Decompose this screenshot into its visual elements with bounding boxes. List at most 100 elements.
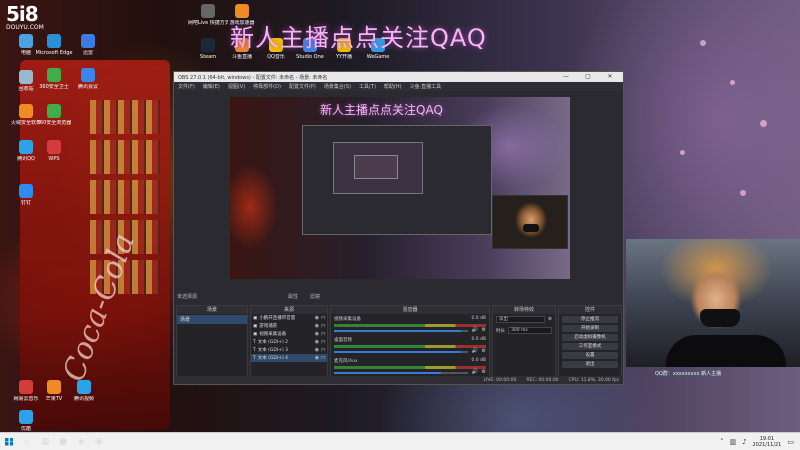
source-item[interactable]: ▣ 视频采集设备 ◉ ⊓: [251, 330, 327, 338]
desktop-icon[interactable]: 优酷: [6, 410, 46, 432]
desktop-icon-image: [19, 70, 33, 84]
chevron-up-icon[interactable]: ˄: [720, 438, 724, 446]
desktop-icon[interactable]: 钉钉: [6, 184, 46, 206]
text-source-icon: T: [253, 339, 256, 345]
source-icon: ▣: [253, 315, 258, 321]
lock-icon[interactable]: ⊓: [321, 331, 325, 337]
start-button[interactable]: [0, 433, 18, 450]
desktop-icon-image: [19, 34, 33, 48]
desktop-icon[interactable]: 腾讯视频: [64, 380, 104, 402]
obs-menu-item[interactable]: 斗鱼·直播工具: [410, 83, 442, 90]
eye-icon[interactable]: ◉: [315, 347, 319, 353]
volume-slider[interactable]: 🔊 ⚙: [334, 369, 486, 375]
gear-icon[interactable]: ⚙: [482, 348, 486, 354]
obs-menu-item[interactable]: 场景集合(S): [324, 83, 351, 90]
eye-icon[interactable]: ◉: [315, 315, 319, 321]
desktop-icon-image: [47, 34, 61, 48]
mixer-track-db: 0.0 dB: [471, 337, 486, 342]
obs-preview[interactable]: 新人主播点点关注QAQ: [230, 97, 570, 279]
desktop-icon-image: [77, 380, 91, 394]
lock-icon[interactable]: ⊓: [321, 315, 325, 321]
duration-label: 时长: [496, 328, 505, 334]
volume-slider[interactable]: 🔊 ⚙: [334, 327, 486, 333]
properties-button[interactable]: 属性: [288, 293, 298, 300]
eye-icon[interactable]: ◉: [315, 355, 319, 361]
obs-menu-item[interactable]: 编辑(E): [203, 83, 220, 90]
lock-icon[interactable]: ⊓: [321, 347, 325, 353]
control-button[interactable]: 启动虚拟摄像机: [562, 334, 618, 341]
taskbar-app-icon[interactable]: ⌕: [18, 433, 36, 450]
filters-button[interactable]: 滤镜: [310, 293, 320, 300]
gear-icon[interactable]: ⚙: [482, 369, 486, 375]
obs-menu-item[interactable]: 视图(V): [228, 83, 245, 90]
transition-effect-select[interactable]: 淡出: [496, 316, 545, 323]
desktop-icon-image: [47, 68, 61, 82]
desktop-icon[interactable]: 迅雷: [68, 34, 108, 56]
obs-window[interactable]: OBS 27.0.1 (64-bit, windows) - 配置文件: 未命名…: [173, 71, 624, 385]
taskbar-app-icon[interactable]: ◈: [72, 433, 90, 450]
volume-slider-fill: [334, 330, 462, 332]
webcam-caption: QQ群：xxxxxxxxx 新人主播: [655, 371, 722, 377]
desktop-icon[interactable]: 腾讯会议: [68, 68, 108, 90]
obs-menu-item[interactable]: 工具(T): [359, 83, 376, 90]
volume-slider-fill: [334, 351, 462, 353]
control-button[interactable]: 设置: [562, 352, 618, 359]
obs-menu-item[interactable]: 停靠部件(D): [253, 83, 281, 90]
eye-icon[interactable]: ◉: [315, 323, 319, 329]
taskbar-app-icon[interactable]: ▦: [36, 433, 54, 450]
speaker-icon[interactable]: 🔊: [472, 327, 478, 333]
minimize-icon[interactable]: —: [557, 72, 575, 82]
gear-icon[interactable]: ⚙: [482, 327, 486, 333]
notification-icon[interactable]: ▭: [787, 438, 794, 446]
preview-banner-text: 新人主播点点关注QAQ: [320, 103, 443, 117]
desktop-icon[interactable]: 360安全浏览器: [34, 104, 74, 126]
desktop-icon-image: [201, 4, 215, 18]
gear-icon[interactable]: ⚙: [548, 317, 552, 322]
scene-item[interactable]: 场景: [177, 315, 247, 324]
eye-icon[interactable]: ◉: [315, 331, 319, 337]
desktop-icon-image: [47, 140, 61, 154]
taskbar-app-icon[interactable]: ●: [54, 433, 72, 450]
source-item[interactable]: T 文本 (GDI+) 4 ◉ ⊓: [251, 354, 327, 362]
speaker-icon[interactable]: 🔊: [472, 348, 478, 354]
source-item[interactable]: T 文本 (GDI+) 3 ◉ ⊓: [251, 346, 327, 354]
source-item[interactable]: ▣ 游戏捕获 ◉ ⊓: [251, 322, 327, 330]
controls-dock: 控件 停止推流 开始录制 启动虚拟摄像机 工作室模式 设置 退出: [558, 305, 622, 377]
desktop-icon[interactable]: WPS: [34, 140, 74, 162]
lock-icon[interactable]: ⊓: [321, 323, 325, 329]
close-icon[interactable]: ✕: [601, 72, 619, 82]
eye-icon[interactable]: ◉: [315, 339, 319, 345]
maximize-icon[interactable]: ▢: [579, 72, 597, 82]
lock-icon[interactable]: ⊓: [321, 355, 325, 361]
volume-slider[interactable]: 🔊 ⚙: [334, 348, 486, 354]
obs-title-bar[interactable]: OBS 27.0.1 (64-bit, windows) - 配置文件: 未命名…: [174, 72, 623, 82]
obs-menu-item[interactable]: 帮助(H): [384, 83, 402, 90]
control-button[interactable]: 停止推流: [562, 316, 618, 323]
control-button[interactable]: 工作室模式: [562, 343, 618, 350]
mixer-track-db: 0.0 dB: [471, 358, 486, 363]
source-list: ▣ 小鹏开直播带音量 ◉ ⊓ ▣ 游戏捕获 ◉ ⊓ ▣ 视频采集设备 ◉ ⊓ T 文本 (GDI+) 2 ◉…: [251, 314, 327, 362]
speaker-icon[interactable]: 🔊: [472, 369, 478, 375]
desktop-icon-label: 腾讯视频: [73, 396, 94, 402]
transition-duration-input[interactable]: 300 ms: [508, 327, 552, 334]
obs-menu-item[interactable]: 配置文件(P): [289, 83, 316, 90]
taskbar-app-icon[interactable]: ◉: [90, 433, 108, 450]
clock[interactable]: 19:01 2021/11/21: [753, 436, 782, 448]
volume-icon[interactable]: ♪: [742, 438, 746, 446]
network-icon[interactable]: ▥: [729, 438, 736, 446]
lock-icon[interactable]: ⊓: [321, 339, 325, 345]
preview-webcam: [492, 195, 568, 249]
source-item[interactable]: ▣ 小鹏开直播带音量 ◉ ⊓: [251, 314, 327, 322]
control-button[interactable]: 开始录制: [562, 325, 618, 332]
preview-nested-obs: [302, 125, 492, 235]
source-item[interactable]: T 文本 (GDI+) 2 ◉ ⊓: [251, 338, 327, 346]
control-button[interactable]: 退出: [562, 361, 618, 368]
desktop-icon-image: [235, 4, 249, 18]
obs-title-text: OBS 27.0.1 (64-bit, windows) - 配置文件: 未命名…: [178, 74, 328, 81]
webcam-jacket: [666, 335, 786, 367]
transitions-dock: 转场特效 淡出 ⚙ 时长 300 ms: [492, 305, 556, 377]
wallpaper-blossom: [760, 120, 767, 127]
mixer-dock-title: 混音器: [331, 306, 489, 314]
obs-menu-item[interactable]: 文件(F): [178, 83, 195, 90]
mixer-track: 0.0 dB 桌面音频 🔊 ⚙: [331, 335, 489, 356]
